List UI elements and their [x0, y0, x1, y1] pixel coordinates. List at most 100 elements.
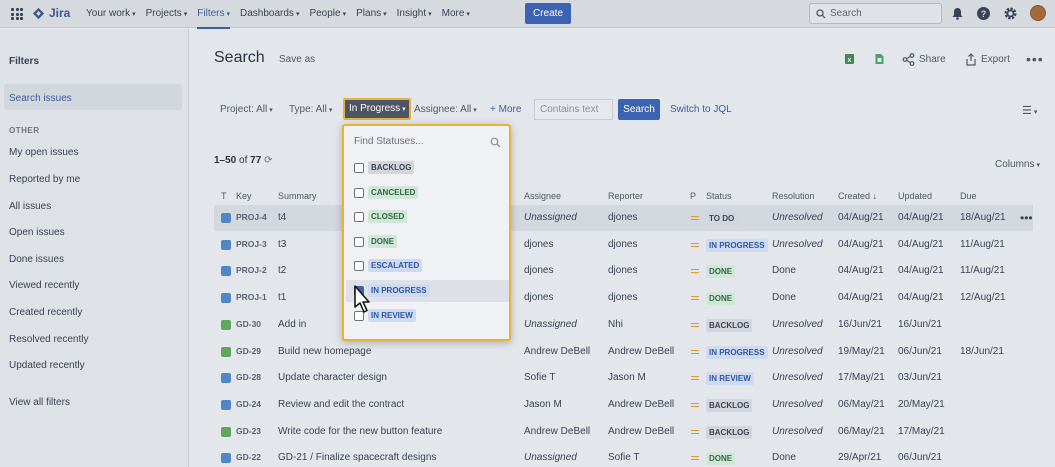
header-assignee[interactable]: Assignee [524, 191, 561, 201]
issue-key[interactable]: PROJ-4 [236, 212, 267, 222]
list-view-icon[interactable]: ☰ ▾ [1022, 104, 1037, 117]
header-key[interactable]: Key [236, 191, 252, 201]
row-actions-icon[interactable]: ••• [1020, 211, 1033, 225]
issue-summary[interactable]: Build new homepage [278, 346, 371, 357]
status-checkbox[interactable] [354, 163, 364, 173]
table-row[interactable]: PROJ-1 t1 djones djones DONE Done 04/Aug/21 04/… [214, 285, 1033, 311]
sidebar-view-all-filters[interactable]: View all filters [9, 397, 70, 408]
header-priority[interactable]: P [690, 191, 696, 201]
status-option[interactable]: DONE [346, 231, 509, 253]
issue-summary[interactable]: t2 [278, 265, 286, 276]
issue-key[interactable]: GD-22 [236, 452, 261, 462]
header-created[interactable]: Created ↓ [838, 191, 877, 201]
issue-key[interactable]: GD-24 [236, 399, 261, 409]
issue-key[interactable]: GD-30 [236, 319, 261, 329]
issue-summary[interactable]: t4 [278, 212, 286, 223]
issue-key[interactable]: PROJ-1 [236, 292, 267, 302]
header-resolution[interactable]: Resolution [772, 191, 815, 201]
issue-summary[interactable]: Update character design [278, 372, 387, 383]
switch-to-jql-link[interactable]: Switch to JQL [670, 104, 732, 115]
sidebar-item-resolved-recently[interactable]: Resolved recently [9, 334, 88, 345]
find-statuses-input[interactable]: Find Statuses... [354, 136, 423, 147]
help-icon[interactable]: ? [976, 6, 991, 21]
table-row[interactable]: GD-30 Add in Unassigned Nhi BACKLOG Unresolve… [214, 312, 1033, 338]
sidebar-item-my-open-issues[interactable]: My open issues [9, 147, 78, 158]
issue-key[interactable]: GD-23 [236, 426, 261, 436]
issue-key[interactable]: PROJ-3 [236, 239, 267, 249]
header-summary[interactable]: Summary [278, 191, 317, 201]
issue-summary[interactable]: GD-21 / Finalize spacecraft designs [278, 452, 436, 463]
columns-button[interactable]: Columns ▾ [995, 159, 1040, 170]
issue-summary[interactable]: Review and edit the contract [278, 399, 404, 410]
nav-dashboards[interactable]: Dashboards ▾ [240, 0, 299, 28]
issue-summary[interactable]: t1 [278, 292, 286, 303]
nav-projects[interactable]: Projects ▾ [146, 0, 188, 28]
table-row[interactable]: PROJ-4 t4 Unassigned djones TO DO Unresolved 0… [214, 205, 1033, 231]
issue-reporter: Andrew DeBell [608, 345, 675, 357]
header-reporter[interactable]: Reporter [608, 191, 643, 201]
header-status[interactable]: Status [706, 191, 732, 201]
sidebar-item-open-issues[interactable]: Open issues [9, 227, 65, 238]
sidebar-item-reported-by-me[interactable]: Reported by me [9, 174, 80, 185]
nav-insight[interactable]: Insight ▾ [397, 0, 432, 28]
filter-label: Project: All [220, 104, 268, 115]
issue-summary[interactable]: Write code for the new button feature [278, 426, 442, 437]
share-button[interactable]: Share [902, 53, 946, 66]
status-option[interactable]: ESCALATED [346, 255, 509, 277]
sidebar-item-updated-recently[interactable]: Updated recently [9, 360, 85, 371]
status-checkbox[interactable] [354, 261, 364, 272]
type-filter[interactable]: Type: All ▾ [289, 104, 332, 115]
header-due[interactable]: Due [960, 191, 977, 201]
sidebar-item-viewed-recently[interactable]: Viewed recently [9, 280, 79, 291]
more-filters-button[interactable]: + More [490, 104, 521, 115]
status-option[interactable]: CLOSED [346, 206, 509, 228]
header-type[interactable]: T [221, 191, 227, 201]
sidebar-item-all-issues[interactable]: All issues [9, 201, 51, 212]
status-option[interactable]: BACKLOG [346, 157, 509, 179]
export-icon [966, 53, 976, 66]
sidebar-item-search-issues[interactable]: Search issues [9, 93, 72, 104]
refresh-icon[interactable]: ⟳ [264, 155, 272, 166]
nav-filters[interactable]: Filters ▾ [197, 0, 230, 29]
table-row[interactable]: PROJ-3 t3 djones djones IN PROGRESS Unresolve… [214, 232, 1033, 258]
sidebar-item-done-issues[interactable]: Done issues [9, 254, 64, 265]
nav-plans[interactable]: Plans ▾ [356, 0, 387, 28]
issue-key[interactable]: GD-28 [236, 372, 261, 382]
issue-key[interactable]: PROJ-2 [236, 265, 267, 275]
issue-key[interactable]: GD-29 [236, 346, 261, 356]
user-avatar[interactable] [1030, 5, 1046, 21]
table-row[interactable]: GD-22 GD-21 / Finalize spacecraft designs… [214, 445, 1033, 467]
project-filter[interactable]: Project: All ▾ [220, 104, 273, 115]
nav-people[interactable]: People ▾ [309, 0, 346, 28]
status-checkbox[interactable] [354, 187, 364, 198]
google-sheets-icon[interactable] [874, 53, 885, 65]
save-as-button[interactable]: Save as [279, 54, 315, 65]
global-search-input[interactable]: Search [809, 3, 942, 24]
status-checkbox[interactable] [354, 236, 364, 247]
export-button[interactable]: Export [965, 53, 1010, 66]
excel-icon[interactable]: x [844, 53, 855, 65]
create-button[interactable]: Create [525, 3, 571, 24]
table-row[interactable]: GD-29 Build new homepage Andrew DeBell Andr… [214, 339, 1033, 365]
sidebar-item-created-recently[interactable]: Created recently [9, 307, 82, 318]
issue-summary[interactable]: t3 [278, 239, 286, 250]
table-row[interactable]: GD-24 Review and edit the contract Jason M… [214, 392, 1033, 418]
table-row[interactable]: PROJ-2 t2 djones djones DONE Done 04/Aug/21 04/… [214, 258, 1033, 284]
contains-text-input[interactable]: Contains text [534, 99, 613, 120]
assignee-filter[interactable]: Assignee: All ▾ [414, 104, 477, 115]
status-option[interactable]: CANCELED [346, 182, 509, 204]
notifications-icon[interactable] [950, 6, 965, 21]
table-row[interactable]: GD-23 Write code for the new button featu… [214, 419, 1033, 445]
nav-more[interactable]: More ▾ [442, 0, 470, 28]
more-actions-icon[interactable]: ••• [1026, 51, 1044, 67]
table-row[interactable]: GD-28 Update character design Sofie T Jason… [214, 365, 1033, 391]
status-filter-button[interactable]: In Progress ▾ [343, 98, 411, 120]
jira-logo[interactable]: Jira [32, 6, 70, 20]
app-switcher-icon[interactable] [11, 8, 23, 20]
nav-your-work[interactable]: Your work ▾ [86, 0, 136, 28]
status-checkbox[interactable] [354, 212, 364, 223]
settings-gear-icon[interactable] [1003, 6, 1018, 21]
header-updated[interactable]: Updated [898, 191, 932, 201]
issue-summary[interactable]: Add in [278, 319, 306, 330]
search-button[interactable]: Search [618, 99, 660, 120]
